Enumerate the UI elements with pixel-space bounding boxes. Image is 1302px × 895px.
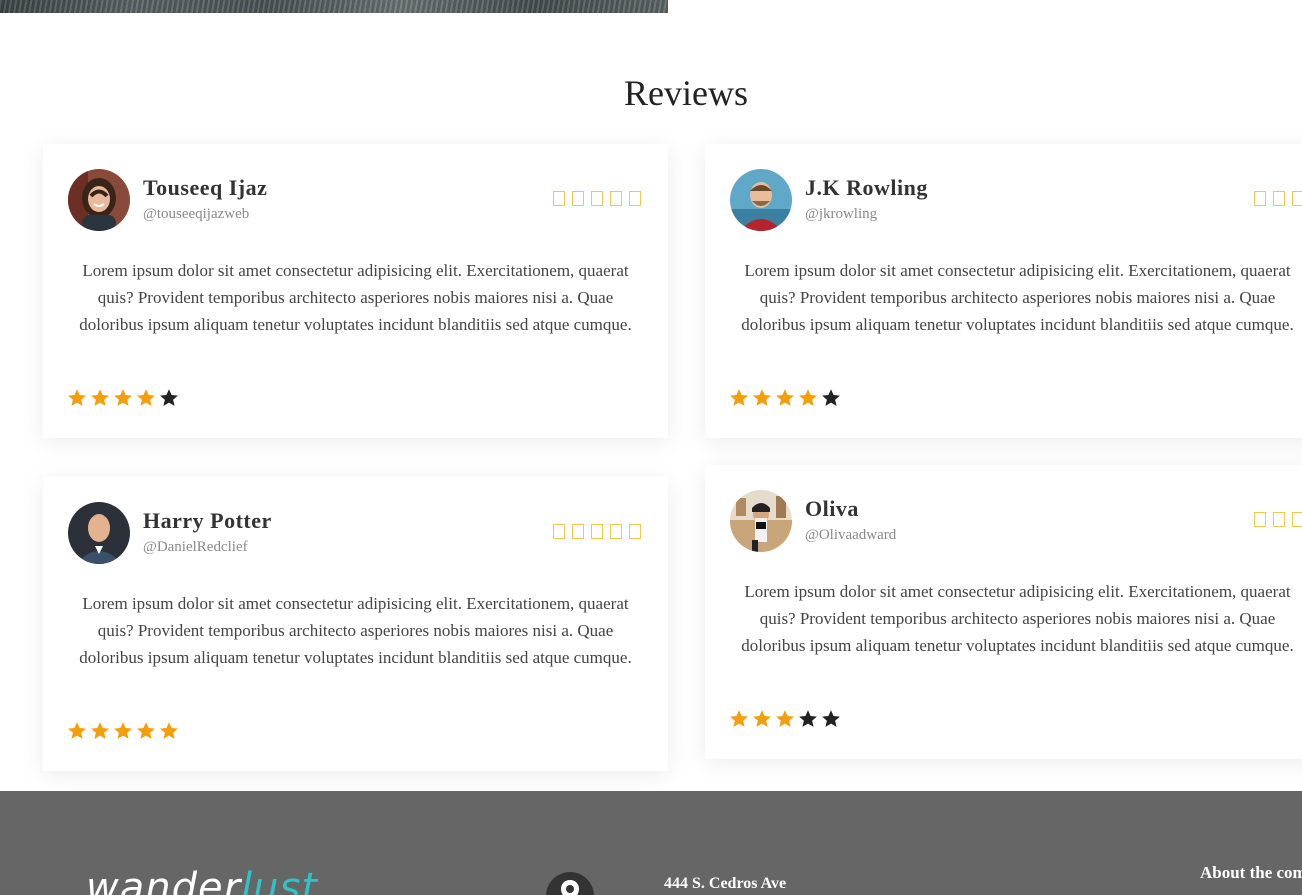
star-rating xyxy=(729,709,841,729)
reviewer-handle: @touseeqijazweb xyxy=(143,206,250,222)
review-text: Lorem ipsum dolor sit amet consectetur a… xyxy=(741,582,1294,655)
star-filled-icon xyxy=(137,722,155,739)
missing-glyph-icons xyxy=(553,191,641,206)
reviewer-handle: @Olivaadward xyxy=(805,527,897,543)
star-filled-icon xyxy=(730,389,748,406)
star-filled-icon xyxy=(68,722,86,739)
missing-glyph-icon xyxy=(1292,191,1302,206)
avatar xyxy=(730,169,792,231)
logo-text-main: wander xyxy=(86,865,242,895)
footer-about-heading: About the company xyxy=(1200,863,1302,882)
missing-glyph-icon xyxy=(629,524,641,539)
reviewer-handle: @DanielRedclief xyxy=(143,539,248,555)
reviewer-name: Oliva xyxy=(805,496,859,521)
reviewer-name: Touseeq Ijaz xyxy=(143,175,268,200)
missing-glyph-icon xyxy=(572,191,584,206)
section-title: Reviews xyxy=(624,73,748,113)
star-empty-icon xyxy=(822,710,840,727)
star-filled-icon xyxy=(799,389,817,406)
hero-image-bottom-edge xyxy=(0,0,668,13)
star-rating xyxy=(67,388,179,408)
review-card: J.K Rowling @jkrowling Lorem ipsum dolor… xyxy=(705,144,1302,438)
star-filled-icon xyxy=(137,389,155,406)
missing-glyph-icon xyxy=(610,191,622,206)
avatar xyxy=(68,502,130,564)
missing-glyph-icon xyxy=(1292,512,1302,527)
star-empty-icon xyxy=(822,389,840,406)
star-filled-icon xyxy=(114,389,132,406)
avatar xyxy=(68,169,130,231)
reviewer-handle: @jkrowling xyxy=(805,206,878,222)
review-text: Lorem ipsum dolor sit amet consectetur a… xyxy=(741,261,1294,334)
star-filled-icon xyxy=(91,389,109,406)
star-filled-icon xyxy=(68,389,86,406)
missing-glyph-icon xyxy=(1254,191,1266,206)
star-filled-icon xyxy=(753,710,771,727)
star-filled-icon xyxy=(753,389,771,406)
star-filled-icon xyxy=(776,389,794,406)
missing-glyph-icon xyxy=(591,191,603,206)
star-filled-icon xyxy=(114,722,132,739)
missing-glyph-icon xyxy=(610,524,622,539)
star-rating xyxy=(729,388,841,408)
review-text: Lorem ipsum dolor sit amet consectetur a… xyxy=(79,594,632,667)
star-filled-icon xyxy=(91,722,109,739)
star-empty-icon xyxy=(160,389,178,406)
reviewer-name: Harry Potter xyxy=(143,508,272,533)
star-empty-icon xyxy=(799,710,817,727)
reviewer-name: J.K Rowling xyxy=(805,175,928,200)
logo-text-accent: lust xyxy=(241,865,319,895)
missing-glyph-icons xyxy=(1254,191,1302,206)
missing-glyph-icon xyxy=(1273,191,1285,206)
star-filled-icon xyxy=(730,710,748,727)
review-text: Lorem ipsum dolor sit amet consectetur a… xyxy=(79,261,632,334)
review-card: Oliva @Olivaadward Lorem ipsum dolor sit… xyxy=(705,465,1302,759)
missing-glyph-icon xyxy=(553,524,565,539)
missing-glyph-icon xyxy=(629,191,641,206)
missing-glyph-icon xyxy=(1254,512,1266,527)
review-card: Harry Potter @DanielRedclief Lorem ipsum… xyxy=(43,477,668,771)
missing-glyph-icons xyxy=(553,524,641,539)
review-card: Touseeq Ijaz @touseeqijazweb Lorem ipsum… xyxy=(43,144,668,438)
missing-glyph-icons xyxy=(1254,512,1302,527)
footer-address: 444 S. Cedros Ave xyxy=(664,875,787,892)
missing-glyph-icon xyxy=(572,524,584,539)
missing-glyph-icon xyxy=(553,191,565,206)
missing-glyph-icon xyxy=(1273,512,1285,527)
star-filled-icon xyxy=(160,722,178,739)
footer-logo[interactable]: wanderlust xyxy=(86,868,318,895)
star-filled-icon xyxy=(776,710,794,727)
missing-glyph-icon xyxy=(591,524,603,539)
avatar xyxy=(730,490,792,552)
star-rating xyxy=(67,721,179,741)
